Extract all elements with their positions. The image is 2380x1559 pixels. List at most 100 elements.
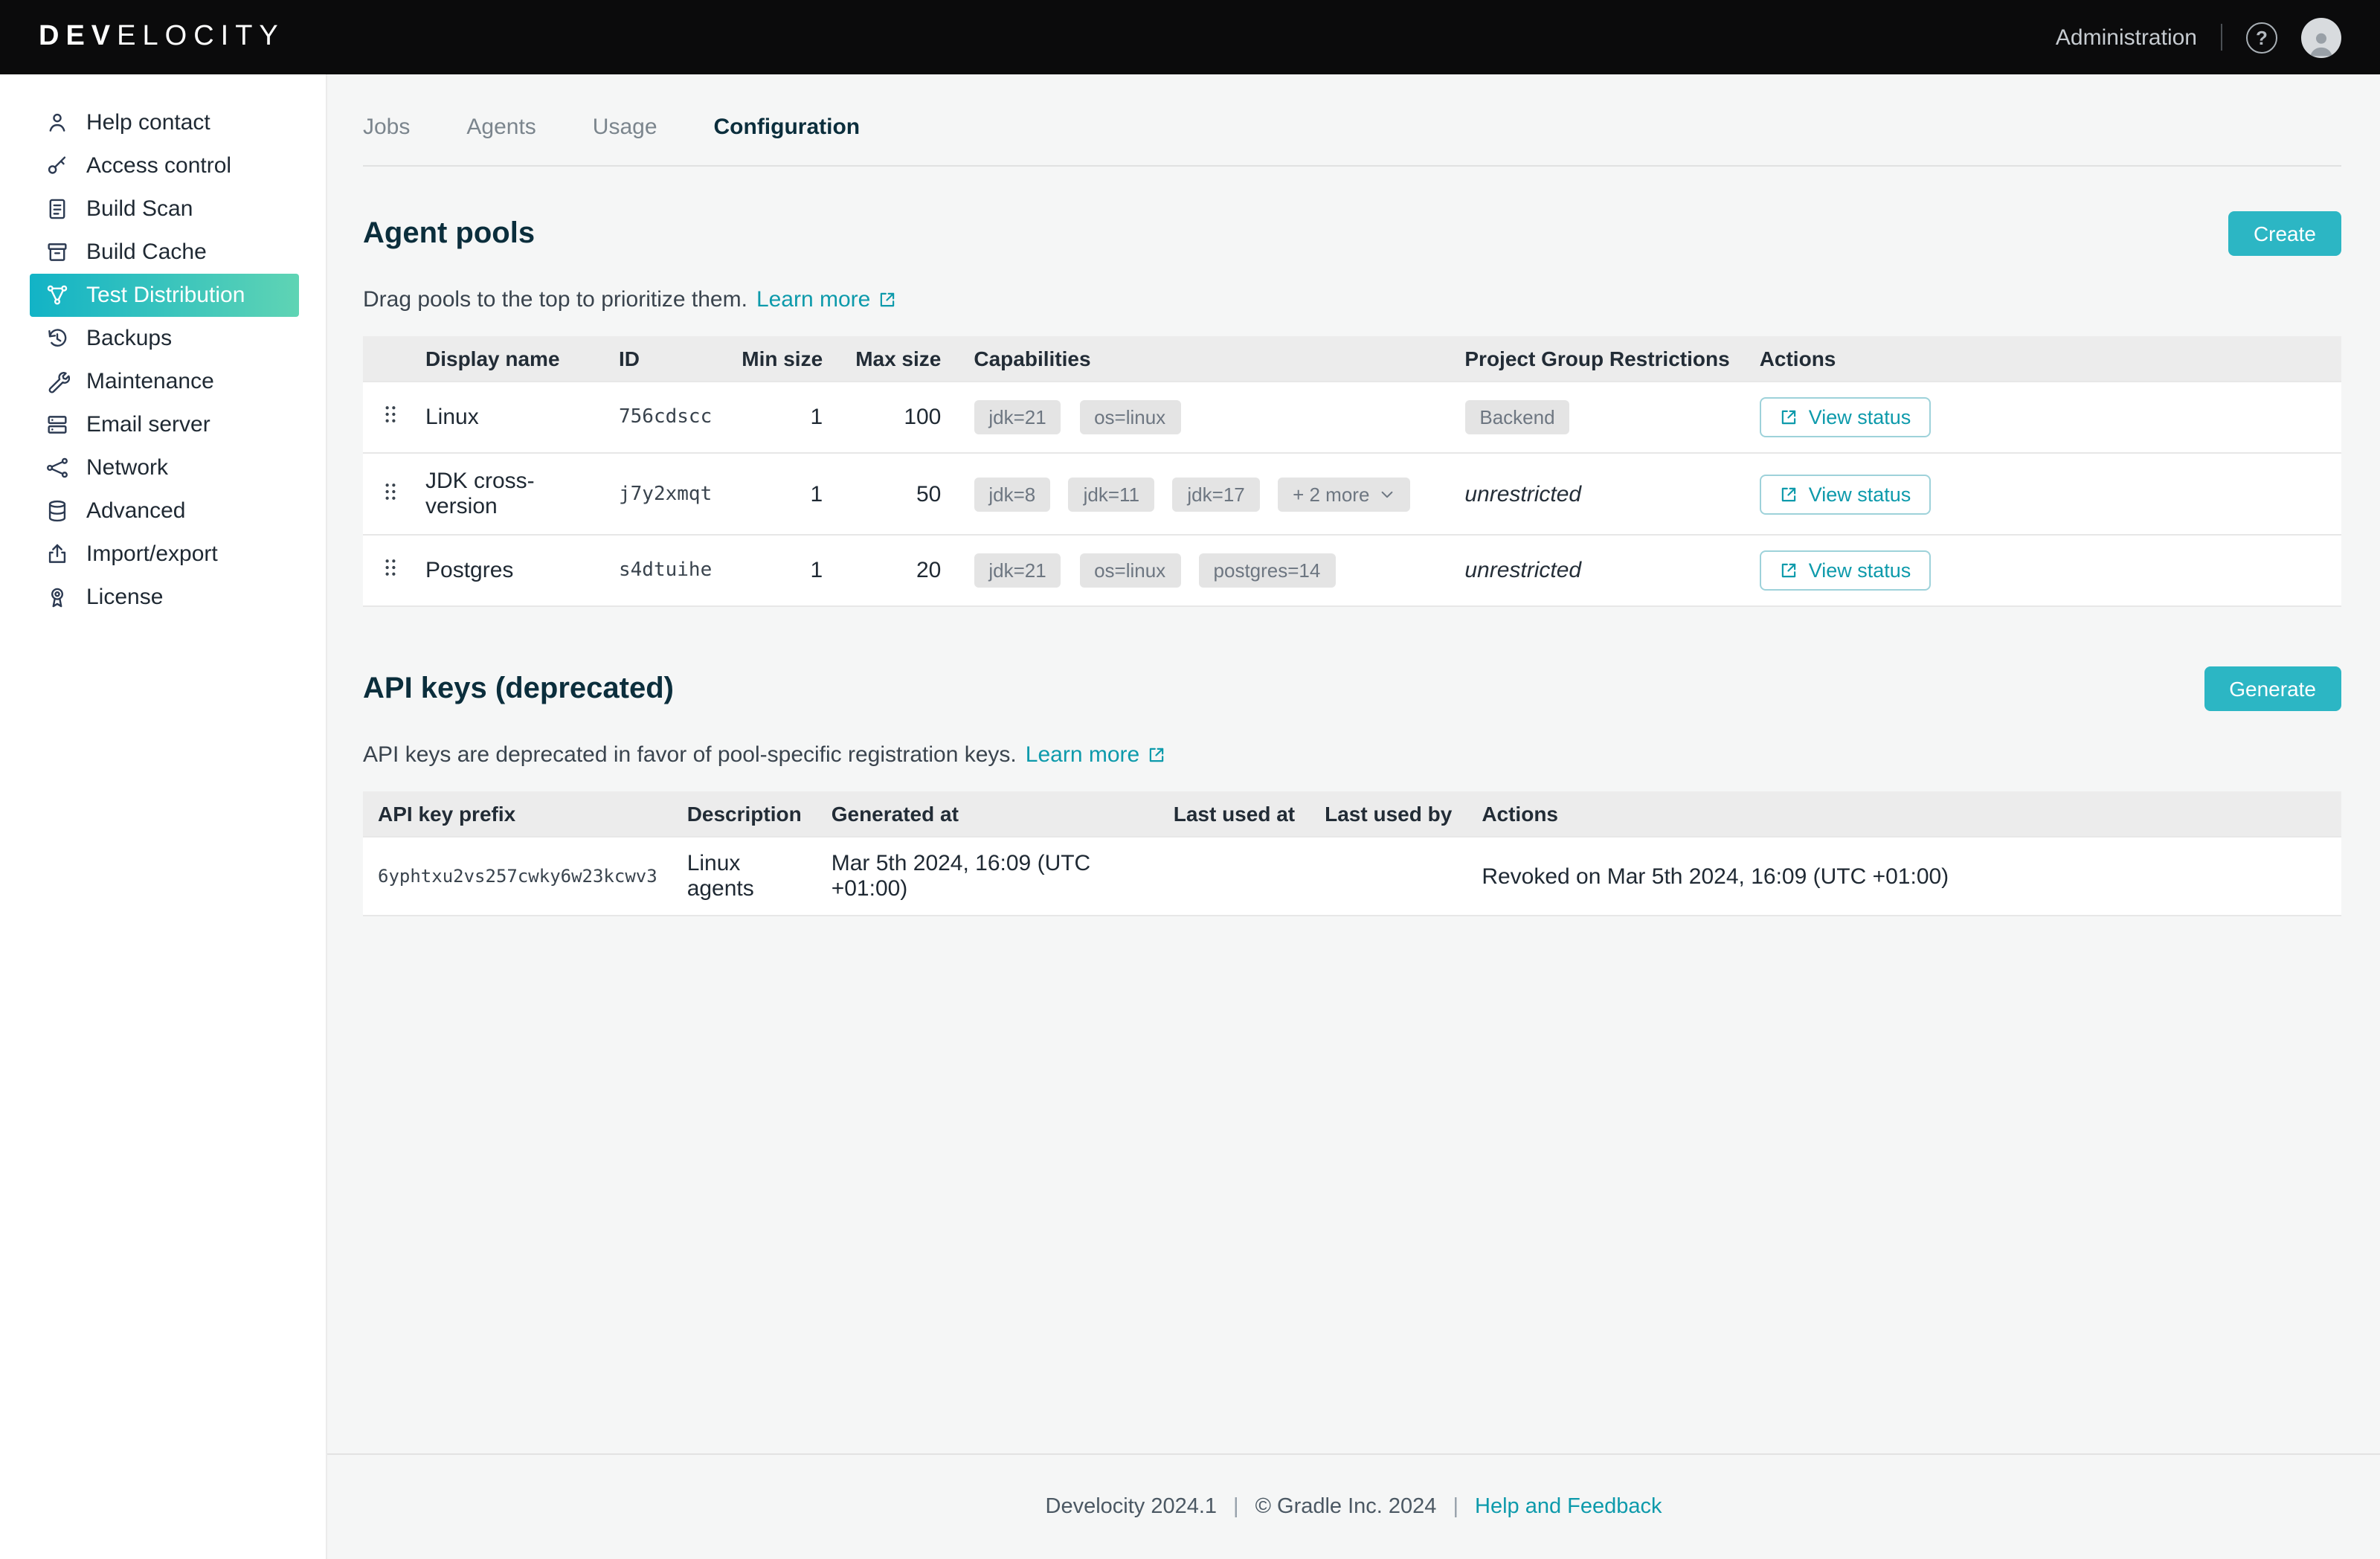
main-layout: Help contact Access control Build Scan B… [0,74,2380,1559]
sidebar-item-label: Advanced [86,498,185,524]
sidebar-item-label: Network [86,455,168,480]
restriction-text: unrestricted [1464,481,1581,507]
tab-agents[interactable]: Agents [466,115,536,140]
document-list-icon [45,196,70,222]
drag-handle-icon[interactable] [379,556,401,579]
api-key-action: Revoked on Mar 5th 2024, 16:09 (UTC +01:… [1467,837,2341,916]
pool-max-size: 20 [840,535,959,606]
tab-jobs[interactable]: Jobs [363,115,410,140]
column-header: ID [604,336,727,382]
database-icon [45,498,70,524]
capability-chip: jdk=11 [1069,477,1154,511]
page: DEVELOCITY Administration ? Help contact [0,0,2380,1559]
footer-version: Develocity 2024.1 [1046,1495,1218,1519]
content-area: Jobs Agents Usage Configuration Agent po… [327,74,2380,1559]
create-pool-button[interactable]: Create [2228,211,2341,256]
administration-link[interactable]: Administration [2056,25,2197,50]
pool-actions: View status [1745,453,2341,535]
sidebar-item-maintenance[interactable]: Maintenance [0,360,326,403]
sidebar-item-build-scan[interactable]: Build Scan [0,187,326,231]
pool-capabilities: jdk=21 os=linux [959,382,1450,453]
key-icon [45,153,70,179]
footer-separator: | [1233,1495,1239,1519]
pool-display-name: Postgres [411,535,604,606]
pool-max-size: 100 [840,382,959,453]
agent-pools-learn-more-link[interactable]: Learn more [756,287,897,312]
sidebar-item-build-cache[interactable]: Build Cache [0,231,326,274]
sidebar-item-email-server[interactable]: Email server [0,403,326,446]
header-divider [2221,24,2222,51]
logo-text-bold: DEV [39,21,117,54]
pool-row: Linux 756cdscc 1 100 jdk=21 os=linux Bac… [363,382,2341,453]
history-clock-icon [45,326,70,351]
wrench-icon [45,369,70,394]
sidebar-item-help-contact[interactable]: Help contact [0,101,326,144]
mail-server-icon [45,412,70,437]
external-link-icon [1779,561,1798,580]
chevron-down-icon [1378,486,1395,502]
api-key-description: Linux agents [672,837,817,916]
pool-min-size: 1 [727,453,840,535]
top-bar-right: Administration ? [2056,17,2341,57]
sidebar-item-license[interactable]: License [0,576,326,619]
column-header: API key prefix [363,791,672,837]
agent-pools-title: Agent pools [363,216,535,251]
pool-capabilities: jdk=21 os=linux postgres=14 [959,535,1450,606]
sidebar-item-label: Build Scan [86,196,193,222]
sidebar-item-test-distribution[interactable]: Test Distribution [30,274,299,317]
tab-configuration[interactable]: Configuration [714,115,861,140]
sidebar-item-label: Backups [86,326,172,351]
pool-max-size: 50 [840,453,959,535]
column-header: Description [672,791,817,837]
column-header: Display name [411,336,604,382]
capability-chip: jdk=17 [1172,477,1259,511]
sidebar-item-advanced[interactable]: Advanced [0,489,326,533]
view-status-button[interactable]: View status [1760,397,1931,437]
pool-capabilities: jdk=8 jdk=11 jdk=17 + 2 more [959,453,1450,535]
sidebar-item-import-export[interactable]: Import/export [0,533,326,576]
sidebar-item-access-control[interactable]: Access control [0,144,326,187]
api-key-generated-at: Mar 5th 2024, 16:09 (UTC +01:00) [817,837,1159,916]
person-icon [2306,26,2337,57]
column-header: Last used by [1310,791,1467,837]
column-header: Capabilities [959,336,1450,382]
tab-usage[interactable]: Usage [593,115,657,140]
more-capabilities-chip[interactable]: + 2 more [1278,477,1409,511]
external-link-icon [1147,745,1166,765]
column-header: Project Group Restrictions [1450,336,1744,382]
capability-chip: postgres=14 [1199,553,1336,588]
api-keys-title: API keys (deprecated) [363,672,674,706]
view-status-button[interactable]: View status [1760,474,1931,514]
column-header: Last used at [1159,791,1310,837]
view-status-button[interactable]: View status [1760,550,1931,591]
user-avatar[interactable] [2301,17,2341,57]
pool-actions: View status [1745,535,2341,606]
archive-box-icon [45,240,70,265]
drag-handle-icon[interactable] [379,403,401,425]
sidebar-item-network[interactable]: Network [0,446,326,489]
help-and-feedback-link[interactable]: Help and Feedback [1475,1495,1662,1519]
capability-chip: jdk=21 [974,400,1061,434]
logo-text-light: ELOCITY [117,21,285,54]
distribution-network-icon [45,283,70,308]
footer-separator: | [1453,1495,1458,1519]
capability-chip: jdk=21 [974,553,1061,588]
sidebar-item-backups[interactable]: Backups [0,317,326,360]
generate-key-button[interactable]: Generate [2204,666,2341,711]
pool-restrictions: Backend [1450,382,1744,453]
help-icon[interactable]: ? [2246,22,2277,53]
agent-pools-table: Display name ID Min size Max size Capabi… [363,336,2341,607]
develocity-logo[interactable]: DEVELOCITY [39,21,285,54]
drag-handle-icon[interactable] [379,480,401,502]
api-key-row: 6yphtxu2vs257cwky6w23kcwv3 Linux agents … [363,837,2341,916]
api-keys-learn-more-link[interactable]: Learn more [1026,742,1166,768]
pool-min-size: 1 [727,382,840,453]
external-link-icon [1779,484,1798,504]
restriction-chip: Backend [1464,400,1569,434]
drag-column-header [363,336,411,382]
external-link-icon [878,290,897,309]
api-keys-table: API key prefix Description Generated at … [363,791,2341,916]
pool-row: Postgres s4dtuihe 1 20 jdk=21 os=linux p… [363,535,2341,606]
sidebar-item-label: Access control [86,153,231,179]
column-header: Max size [840,336,959,382]
